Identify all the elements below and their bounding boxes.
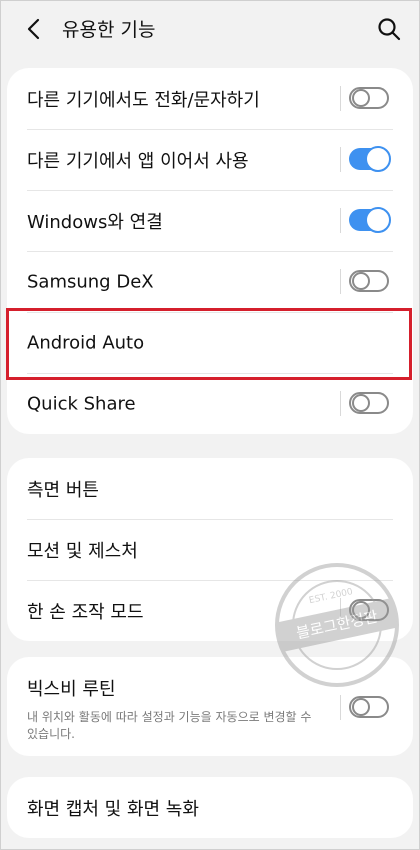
setting-row-continue-apps[interactable]: 다른 기기에서 앱 이어서 사용 [7,129,413,190]
setting-row-quick-share[interactable]: Quick Share [7,373,413,434]
watermark-stamp: 블로그한정판 EST. 2000 [275,563,399,687]
setting-label: Windows와 연결 [27,211,163,233]
setting-row-screenshots-recording[interactable]: 화면 캡처 및 화면 녹화 [7,777,413,838]
divider [340,269,341,294]
setting-row-side-button[interactable]: 측면 버튼 [7,458,413,519]
divider [340,391,341,416]
toggle-switch[interactable] [349,87,389,109]
toggle-switch[interactable] [349,270,389,292]
setting-row-samsung-dex[interactable]: Samsung DeX [7,251,413,312]
setting-row-link-windows[interactable]: Windows와 연결 [7,190,413,251]
setting-label: Samsung DeX [27,271,154,292]
divider [340,147,341,172]
setting-description: 내 위치와 활동에 따라 설정과 기능을 자동으로 변경할 수 있습니다. [27,710,312,741]
toggle-switch[interactable] [349,207,391,233]
chevron-left-icon[interactable] [20,14,50,44]
divider [340,86,341,111]
toggle-switch[interactable] [349,392,389,414]
setting-label: 모션 및 제스처 [27,540,138,562]
setting-label: 다른 기기에서도 전화/문자하기 [27,89,260,111]
toggle-switch[interactable] [349,696,389,718]
setting-label: Quick Share [27,393,136,414]
setting-label: 측면 버튼 [27,479,99,501]
screenshots-card: 화면 캡처 및 화면 녹화 [7,777,413,838]
svg-text:EST. 2000: EST. 2000 [308,587,354,606]
setting-label: 다른 기기에서 앱 이어서 사용 [27,150,249,172]
setting-row-call-text-other-devices[interactable]: 다른 기기에서도 전화/문자하기 [7,68,413,129]
divider [340,208,341,233]
setting-label: 빅스비 루틴 [27,679,116,700]
divider [340,695,341,720]
highlight-box [6,308,412,380]
toggle-switch[interactable] [349,146,391,172]
app-header: 유용한 기능 [0,0,420,58]
search-icon[interactable] [374,14,404,44]
page-title: 유용한 기능 [62,19,156,41]
setting-label: 화면 캡처 및 화면 녹화 [27,798,199,820]
setting-label: 한 손 조작 모드 [27,601,144,623]
